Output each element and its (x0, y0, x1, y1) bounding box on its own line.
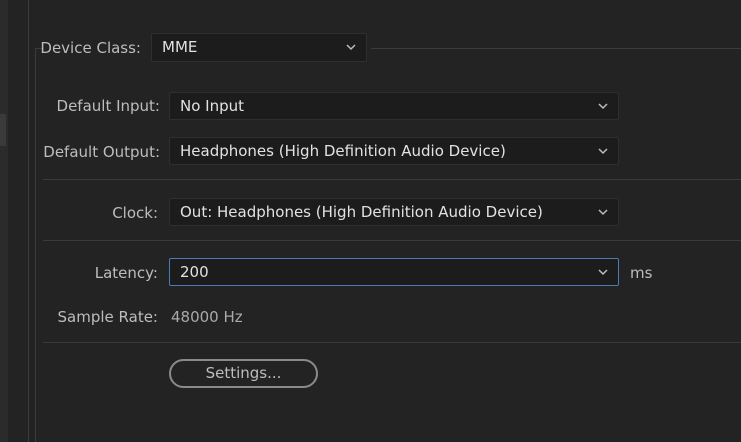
section-divider (43, 179, 741, 180)
default-output-dropdown[interactable]: Headphones (High Definition Audio Device… (169, 137, 619, 165)
audio-hardware-panel: Device Class: MME Default Input: No Inpu… (0, 0, 741, 442)
latency-label: Latency: (94, 264, 158, 282)
chevron-down-icon (598, 269, 608, 276)
section-divider (43, 342, 741, 343)
left-sidebar-strip (0, 0, 8, 442)
device-class-dropdown[interactable]: MME (151, 33, 367, 62)
section-divider (43, 240, 741, 241)
sample-rate-label: Sample Rate: (57, 308, 158, 326)
latency-dropdown[interactable]: 200 (169, 258, 619, 286)
default-output-label: Default Output: (43, 143, 160, 161)
latency-value: 200 (180, 263, 209, 281)
device-class-label: Device Class: (40, 39, 141, 57)
sidebar-scroll-thumb[interactable] (0, 114, 6, 146)
default-input-value: No Input (180, 97, 245, 115)
settings-button[interactable]: Settings... (169, 359, 318, 388)
left-divider (28, 0, 29, 442)
sample-rate-value: 48000 Hz (171, 308, 243, 326)
chevron-down-icon (598, 209, 608, 216)
latency-unit: ms (630, 264, 653, 282)
clock-label: Clock: (112, 204, 158, 222)
group-border (35, 48, 36, 442)
default-input-label: Default Input: (56, 97, 160, 115)
clock-dropdown[interactable]: Out: Headphones (High Definition Audio D… (169, 198, 619, 226)
default-input-dropdown[interactable]: No Input (169, 92, 619, 120)
clock-value: Out: Headphones (High Definition Audio D… (180, 203, 543, 221)
chevron-down-icon (598, 103, 608, 110)
group-border (371, 48, 741, 49)
default-output-value: Headphones (High Definition Audio Device… (180, 142, 506, 160)
chevron-down-icon (346, 44, 356, 51)
chevron-down-icon (598, 148, 608, 155)
device-class-value: MME (162, 38, 198, 56)
